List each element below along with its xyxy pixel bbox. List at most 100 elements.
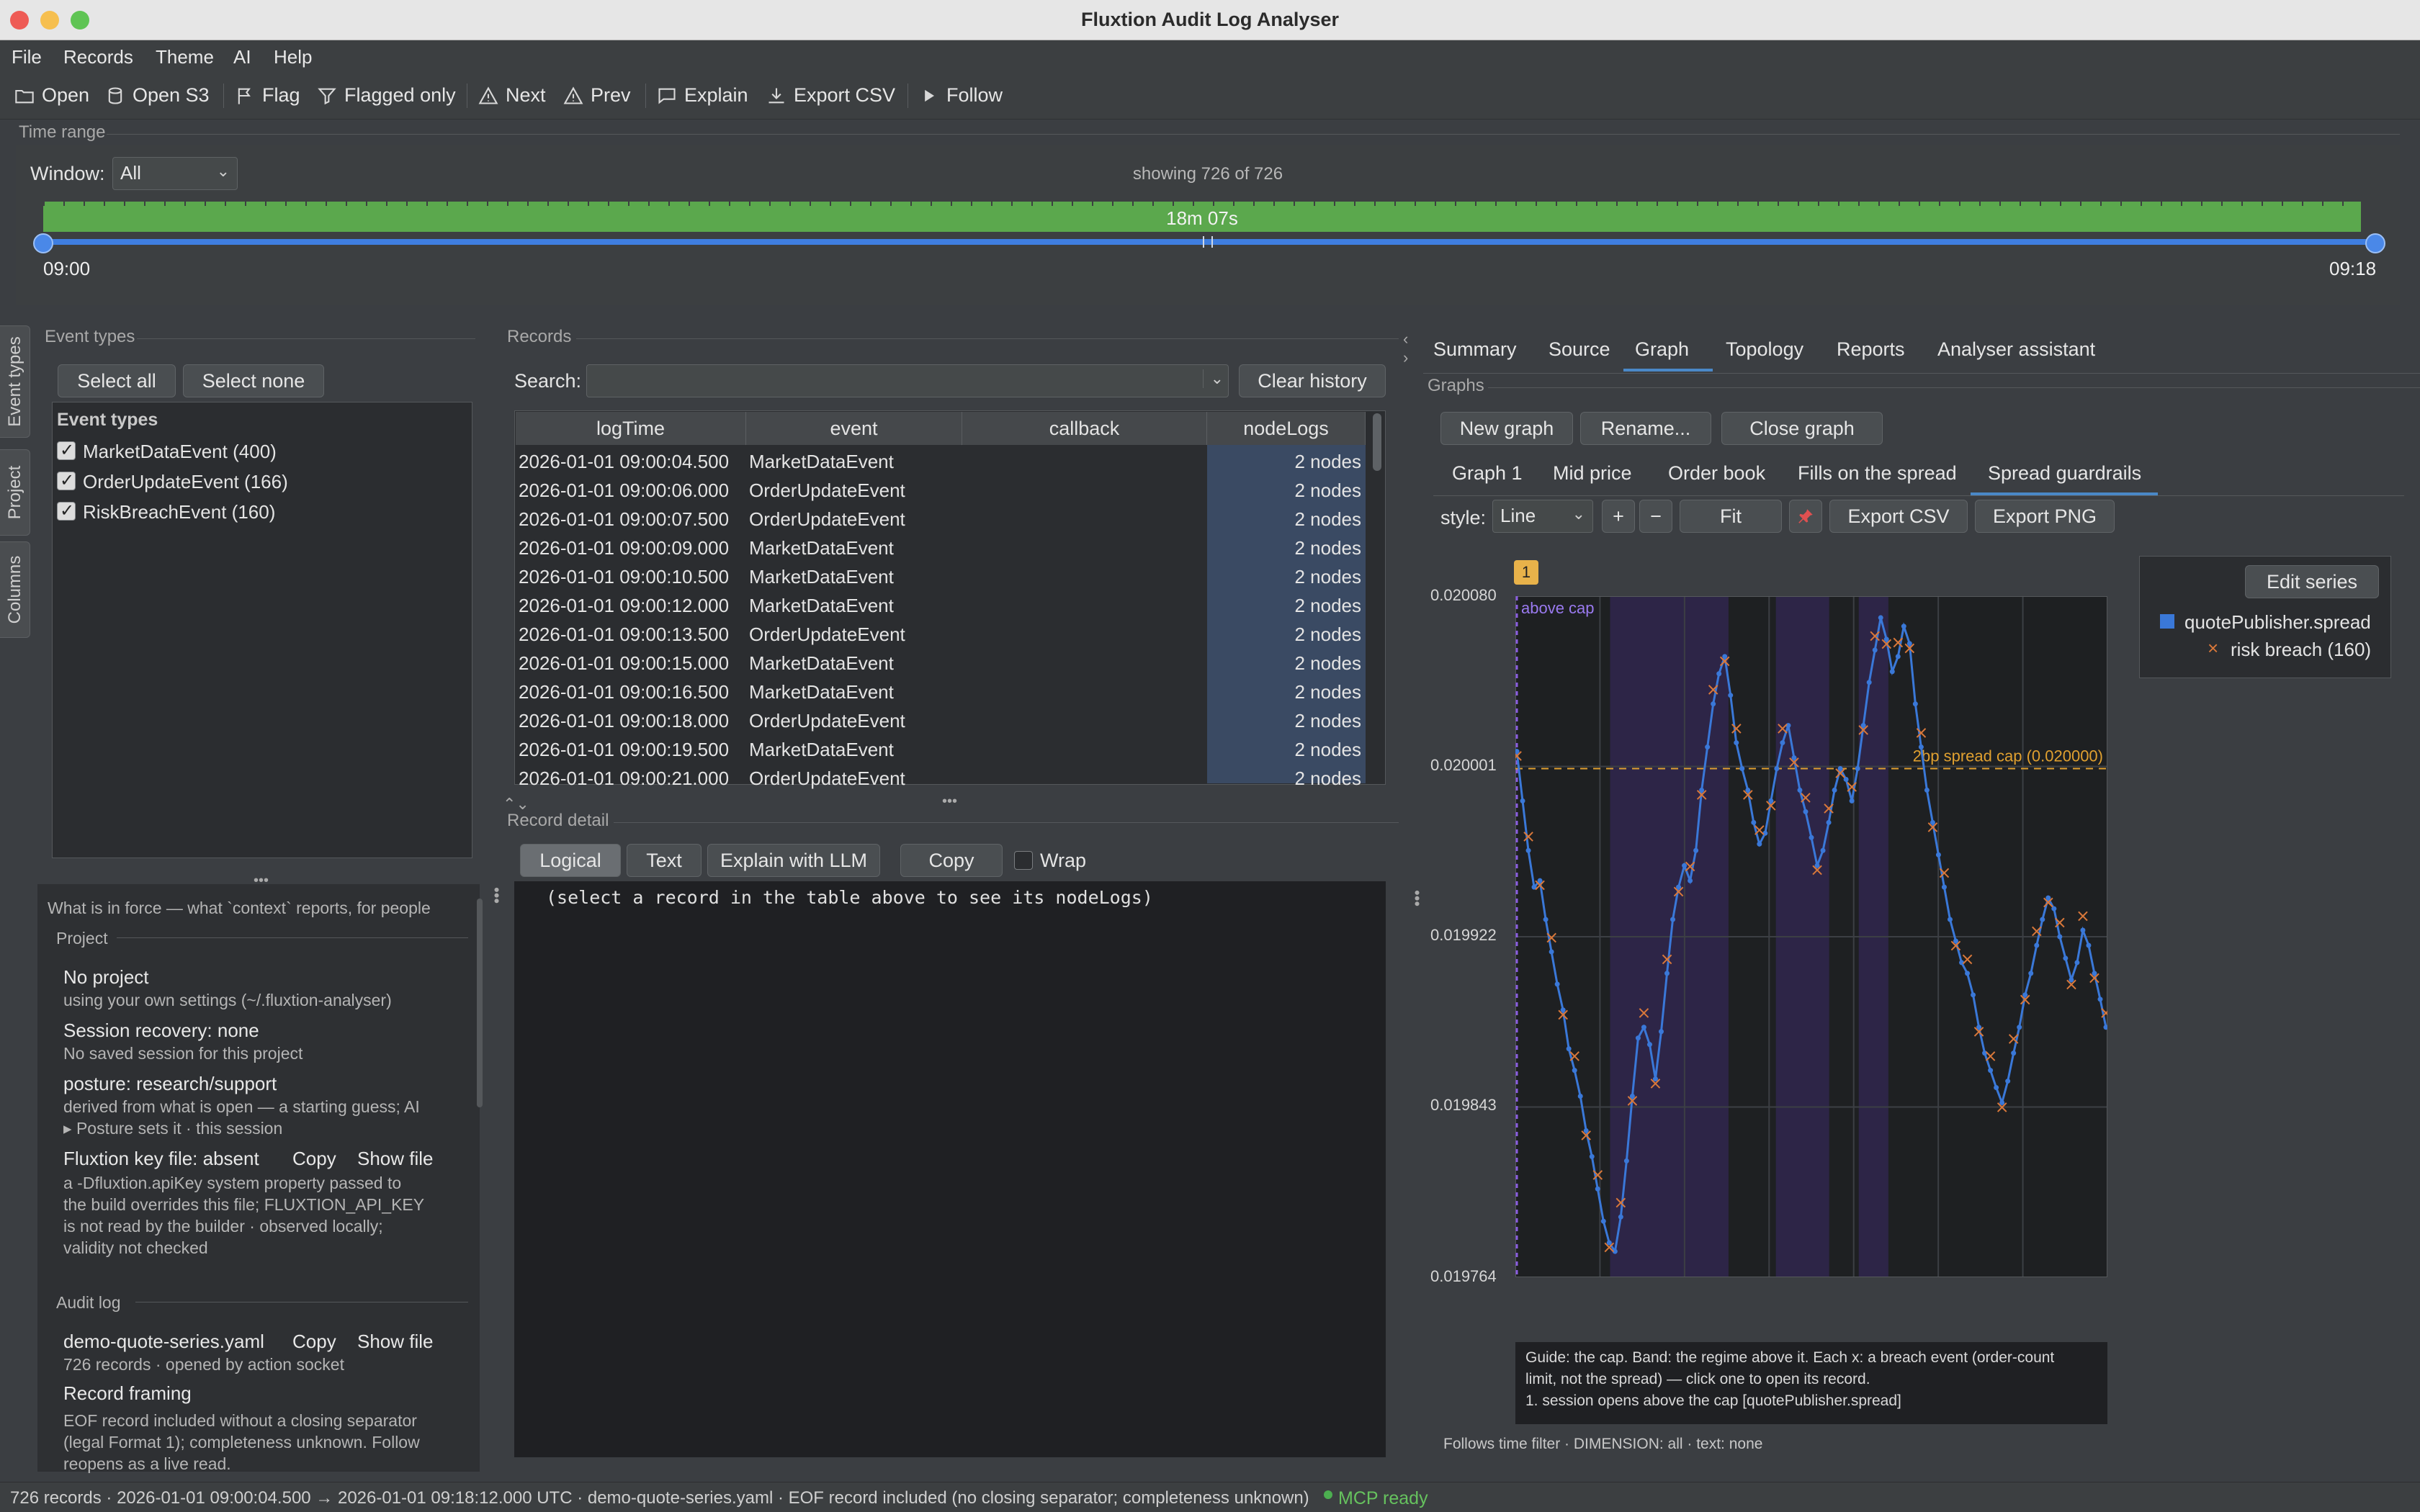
- splitter-grip-icon[interactable]: •••: [942, 793, 957, 810]
- clear-history-button[interactable]: Clear history: [1239, 364, 1386, 397]
- event-type-label[interactable]: OrderUpdateEvent (166): [83, 471, 288, 493]
- event-type-label[interactable]: RiskBreachEvent (160): [83, 501, 275, 523]
- graph-tab-spread-guardrails[interactable]: Spread guardrails: [1988, 462, 2141, 485]
- rail-tab-project[interactable]: Project: [0, 449, 30, 536]
- prev-button[interactable]: Prev: [563, 84, 631, 107]
- graph-tab-fills-on-the-spread[interactable]: Fills on the spread: [1798, 462, 1957, 485]
- flagged-only-button[interactable]: Flagged only: [317, 84, 456, 107]
- menu-records[interactable]: Records: [63, 46, 133, 68]
- tab-analyser-assistant[interactable]: Analyser assistant: [1937, 338, 2095, 361]
- spread-point: [1728, 693, 1734, 698]
- close-graph-button[interactable]: Close graph: [1721, 412, 1883, 445]
- annotation-badge[interactable]: 1: [1514, 560, 1538, 585]
- export-png-button[interactable]: Export PNG: [1975, 500, 2115, 533]
- chevron-down-icon: ⌄: [1572, 505, 1585, 523]
- fit-button[interactable]: Fit: [1680, 500, 1782, 533]
- table-cell: 2026-01-01 09:00:10.500: [519, 566, 730, 588]
- range-center-grip-icon[interactable]: [1203, 236, 1213, 248]
- graph-tab-mid-price[interactable]: Mid price: [1553, 462, 1632, 485]
- posture-expander[interactable]: ▸ Posture sets it · this session: [63, 1119, 282, 1138]
- column-header-event[interactable]: event: [746, 412, 962, 445]
- range-end-handle[interactable]: [2365, 233, 2385, 253]
- tab-source[interactable]: Source: [1549, 338, 1610, 361]
- select-none-button[interactable]: Select none: [183, 364, 324, 397]
- search-input[interactable]: ⌄: [586, 364, 1229, 397]
- breach-marker: ×: [2007, 1029, 2021, 1049]
- event-type-checkbox[interactable]: [57, 440, 76, 461]
- spread-point: [1826, 819, 1832, 825]
- event-type-checkbox[interactable]: [57, 500, 76, 521]
- column-header-logtime[interactable]: logTime: [516, 412, 746, 445]
- splitter-grip-icon[interactable]: •••: [487, 887, 506, 904]
- record-detail-view[interactable]: (select a record in the table above to s…: [514, 881, 1386, 1457]
- context-scrollbar[interactable]: [477, 899, 483, 1107]
- menu-theme[interactable]: Theme: [156, 46, 214, 68]
- menu-help[interactable]: Help: [274, 46, 312, 68]
- select-all-button[interactable]: Select all: [58, 364, 176, 397]
- open-s3-button[interactable]: Open S3: [105, 84, 210, 107]
- table-cell: 2 nodes: [1294, 595, 1361, 616]
- key-copy-link[interactable]: Copy: [292, 1148, 336, 1170]
- column-header-callback[interactable]: callback: [962, 412, 1207, 445]
- breach-marker: ×: [1706, 680, 1721, 700]
- tab-topology[interactable]: Topology: [1726, 338, 1803, 361]
- event-type-label[interactable]: MarketDataEvent (400): [83, 441, 277, 463]
- edit-series-button[interactable]: Edit series: [2245, 565, 2379, 598]
- band-label: above cap: [1521, 599, 1595, 617]
- graph-tab-order-book[interactable]: Order book: [1668, 462, 1765, 485]
- guide-line: Guide: the cap. Band: the regime above i…: [1525, 1349, 2055, 1366]
- new-graph-button[interactable]: New graph: [1440, 412, 1573, 445]
- rail-tab-columns[interactable]: Columns: [0, 541, 30, 638]
- logical-view-button[interactable]: Logical: [520, 844, 621, 877]
- wrap-checkbox[interactable]: [1014, 851, 1033, 870]
- table-cell: 2 nodes: [1294, 652, 1361, 674]
- breach-marker: ×: [1718, 651, 1732, 671]
- rail-tab-event-types[interactable]: Event types: [0, 325, 30, 438]
- splitter-grip-icon[interactable]: •••: [1407, 890, 1426, 906]
- collapse-panel-arrows-icon[interactable]: ‹ ›: [1403, 330, 1408, 367]
- spread-point: [1780, 740, 1785, 746]
- records-scrollbar[interactable]: [1373, 413, 1381, 471]
- event-types-list-title: Event types: [57, 410, 158, 430]
- zoom-out-button[interactable]: −: [1639, 500, 1672, 533]
- spread-point: [1543, 917, 1549, 922]
- audit-copy-link[interactable]: Copy: [292, 1331, 336, 1353]
- zoom-in-button[interactable]: +: [1602, 500, 1635, 533]
- audit-show-file-link[interactable]: Show file: [357, 1331, 434, 1353]
- graph-tab-graph-1[interactable]: Graph 1: [1452, 462, 1523, 485]
- tab-reports[interactable]: Reports: [1837, 338, 1905, 361]
- style-select[interactable]: Line ⌄: [1492, 500, 1593, 533]
- tab-graph[interactable]: Graph: [1635, 338, 1689, 361]
- table-cell: OrderUpdateEvent: [749, 710, 905, 732]
- rename-graph-button[interactable]: Rename...: [1580, 412, 1711, 445]
- breach-marker: ×: [2018, 989, 2033, 1009]
- guide-annotation-link[interactable]: 1. session opens above the cap [quotePub…: [1525, 1392, 1901, 1410]
- menu-file[interactable]: File: [12, 46, 42, 68]
- event-type-checkbox[interactable]: [57, 470, 76, 491]
- pin-button[interactable]: [1789, 500, 1822, 533]
- chevron-down-icon[interactable]: ⌄: [1202, 369, 1224, 388]
- records-group-label: Records: [507, 327, 572, 346]
- next-button[interactable]: Next: [478, 84, 546, 107]
- table-cell: 2 nodes: [1294, 537, 1361, 559]
- y-tick-label: 0.020080: [1430, 586, 1497, 604]
- flag-button[interactable]: Flag: [235, 84, 300, 107]
- menu-ai[interactable]: AI: [233, 46, 251, 68]
- export-graph-csv-button[interactable]: Export CSV: [1829, 500, 1968, 533]
- explain-with-llm-button[interactable]: Explain with LLM: [707, 844, 880, 877]
- text-view-button[interactable]: Text: [627, 844, 702, 877]
- column-header-nodelogs[interactable]: nodeLogs: [1207, 412, 1366, 445]
- comment-icon: [658, 88, 676, 104]
- spread-chart[interactable]: above cap2bp spread cap (0.020000)××××××…: [1515, 596, 2107, 1277]
- range-start-handle[interactable]: [33, 233, 53, 253]
- export-csv-button[interactable]: Export CSV: [766, 84, 895, 107]
- key-show-file-link[interactable]: Show file: [357, 1148, 434, 1170]
- copy-detail-button[interactable]: Copy: [900, 844, 1003, 877]
- follow-label: Follow: [946, 84, 1003, 106]
- table-cell: 2026-01-01 09:00:16.500: [519, 681, 730, 703]
- follow-button[interactable]: Follow: [919, 84, 1003, 107]
- tab-summary[interactable]: Summary: [1433, 338, 1517, 361]
- explain-button[interactable]: Explain: [657, 84, 748, 107]
- posture-text: posture: research/support: [63, 1073, 277, 1094]
- open-button[interactable]: Open: [14, 84, 89, 107]
